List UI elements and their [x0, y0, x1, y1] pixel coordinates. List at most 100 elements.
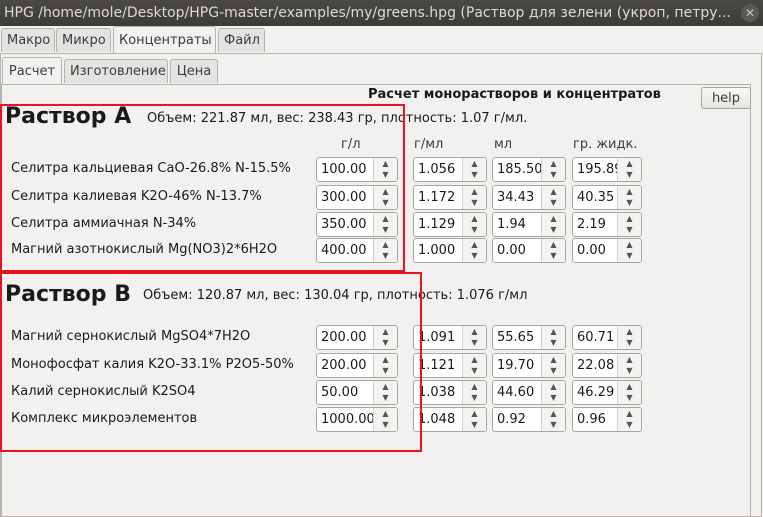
increment-icon[interactable]: ▲ — [618, 354, 641, 365]
increment-icon[interactable]: ▲ — [618, 408, 641, 419]
spin-arrows[interactable]: ▲ ▼ — [462, 354, 486, 377]
solution-a-g-per-ml-spinbox[interactable]: 1.056 ▲ ▼ — [413, 157, 487, 182]
decrement-icon[interactable]: ▼ — [542, 197, 565, 208]
spin-arrows[interactable]: ▲ ▼ — [462, 326, 486, 349]
spin-arrows[interactable]: ▲ ▼ — [541, 213, 565, 236]
spin-arrows[interactable]: ▲ ▼ — [541, 158, 565, 181]
solution-b-gr-liquid-spinbox[interactable]: 0.96 ▲ ▼ — [572, 407, 642, 432]
spin-arrows[interactable]: ▲ ▼ — [617, 186, 641, 209]
tab-file[interactable]: Файл — [218, 28, 265, 52]
decrement-icon[interactable]: ▼ — [542, 169, 565, 180]
spin-arrows[interactable]: ▲ ▼ — [462, 381, 486, 404]
solution-a-gr-liquid-spinbox[interactable]: 0.00 ▲ ▼ — [572, 238, 642, 263]
solution-a-ml-spinbox[interactable]: 1.94 ▲ ▼ — [492, 212, 566, 237]
spin-arrows[interactable]: ▲ ▼ — [462, 158, 486, 181]
solution-b-g-per-ml-spinbox[interactable]: 1.091 ▲ ▼ — [413, 325, 487, 350]
decrement-icon[interactable]: ▼ — [618, 365, 641, 376]
increment-icon[interactable]: ▲ — [618, 326, 641, 337]
decrement-icon[interactable]: ▼ — [542, 250, 565, 261]
spin-arrows[interactable]: ▲ ▼ — [617, 326, 641, 349]
decrement-icon[interactable]: ▼ — [618, 337, 641, 348]
increment-icon[interactable]: ▲ — [463, 239, 486, 250]
tab-price[interactable]: Цена — [170, 59, 218, 83]
spin-arrows[interactable]: ▲ ▼ — [462, 213, 486, 236]
tab-concentrates[interactable]: Концентраты — [113, 26, 216, 53]
increment-icon[interactable]: ▲ — [542, 408, 565, 419]
close-icon[interactable]: ✕ — [741, 4, 759, 22]
tab-preparation[interactable]: Изготовление — [64, 59, 168, 83]
decrement-icon[interactable]: ▼ — [463, 419, 486, 430]
solution-a-gr-liquid-spinbox[interactable]: 40.35 ▲ ▼ — [572, 185, 642, 210]
help-button[interactable]: help — [701, 87, 751, 109]
spin-arrows[interactable]: ▲ ▼ — [541, 354, 565, 377]
decrement-icon[interactable]: ▼ — [618, 197, 641, 208]
increment-icon[interactable]: ▲ — [618, 239, 641, 250]
increment-icon[interactable]: ▲ — [463, 326, 486, 337]
solution-b-g-per-ml-spinbox[interactable]: 1.048 ▲ ▼ — [413, 407, 487, 432]
spin-arrows[interactable]: ▲ ▼ — [462, 239, 486, 262]
spin-arrows[interactable]: ▲ ▼ — [617, 158, 641, 181]
increment-icon[interactable]: ▲ — [463, 408, 486, 419]
spin-arrows[interactable]: ▲ ▼ — [462, 408, 486, 431]
spin-arrows[interactable]: ▲ ▼ — [617, 381, 641, 404]
decrement-icon[interactable]: ▼ — [618, 392, 641, 403]
increment-icon[interactable]: ▲ — [542, 213, 565, 224]
increment-icon[interactable]: ▲ — [542, 354, 565, 365]
solution-a-g-per-ml-spinbox[interactable]: 1.129 ▲ ▼ — [413, 212, 487, 237]
decrement-icon[interactable]: ▼ — [618, 250, 641, 261]
spin-arrows[interactable]: ▲ ▼ — [541, 186, 565, 209]
decrement-icon[interactable]: ▼ — [463, 169, 486, 180]
spin-arrows[interactable]: ▲ ▼ — [541, 381, 565, 404]
solution-a-ml-spinbox[interactable]: 34.43 ▲ ▼ — [492, 185, 566, 210]
decrement-icon[interactable]: ▼ — [542, 337, 565, 348]
decrement-icon[interactable]: ▼ — [542, 224, 565, 235]
decrement-icon[interactable]: ▼ — [618, 419, 641, 430]
decrement-icon[interactable]: ▼ — [463, 197, 486, 208]
solution-b-gr-liquid-spinbox[interactable]: 22.08 ▲ ▼ — [572, 353, 642, 378]
increment-icon[interactable]: ▲ — [463, 381, 486, 392]
decrement-icon[interactable]: ▼ — [463, 224, 486, 235]
decrement-icon[interactable]: ▼ — [618, 224, 641, 235]
decrement-icon[interactable]: ▼ — [463, 250, 486, 261]
spin-arrows[interactable]: ▲ ▼ — [617, 354, 641, 377]
increment-icon[interactable]: ▲ — [542, 239, 565, 250]
spin-arrows[interactable]: ▲ ▼ — [541, 326, 565, 349]
decrement-icon[interactable]: ▼ — [542, 365, 565, 376]
increment-icon[interactable]: ▲ — [463, 186, 486, 197]
solution-a-gr-liquid-spinbox[interactable]: 2.19 ▲ ▼ — [572, 212, 642, 237]
increment-icon[interactable]: ▲ — [542, 381, 565, 392]
solution-b-g-per-ml-spinbox[interactable]: 1.121 ▲ ▼ — [413, 353, 487, 378]
increment-icon[interactable]: ▲ — [618, 158, 641, 169]
solution-a-g-per-ml-spinbox[interactable]: 1.172 ▲ ▼ — [413, 185, 487, 210]
spin-arrows[interactable]: ▲ ▼ — [617, 239, 641, 262]
solution-b-gr-liquid-spinbox[interactable]: 60.71 ▲ ▼ — [572, 325, 642, 350]
solution-a-ml-spinbox[interactable]: 185.50 ▲ ▼ — [492, 157, 566, 182]
decrement-icon[interactable]: ▼ — [463, 365, 486, 376]
increment-icon[interactable]: ▲ — [463, 158, 486, 169]
increment-icon[interactable]: ▲ — [542, 186, 565, 197]
solution-b-ml-spinbox[interactable]: 44.60 ▲ ▼ — [492, 380, 566, 405]
increment-icon[interactable]: ▲ — [463, 354, 486, 365]
solution-a-ml-spinbox[interactable]: 0.00 ▲ ▼ — [492, 238, 566, 263]
decrement-icon[interactable]: ▼ — [542, 419, 565, 430]
solution-b-gr-liquid-spinbox[interactable]: 46.29 ▲ ▼ — [572, 380, 642, 405]
solution-b-g-per-ml-spinbox[interactable]: 1.038 ▲ ▼ — [413, 380, 487, 405]
spin-arrows[interactable]: ▲ ▼ — [617, 213, 641, 236]
increment-icon[interactable]: ▲ — [618, 213, 641, 224]
decrement-icon[interactable]: ▼ — [618, 169, 641, 180]
solution-a-g-per-ml-spinbox[interactable]: 1.000 ▲ ▼ — [413, 238, 487, 263]
solution-a-gr-liquid-spinbox[interactable]: 195.89 ▲ ▼ — [572, 157, 642, 182]
increment-icon[interactable]: ▲ — [463, 213, 486, 224]
spin-arrows[interactable]: ▲ ▼ — [541, 239, 565, 262]
decrement-icon[interactable]: ▼ — [463, 392, 486, 403]
decrement-icon[interactable]: ▼ — [542, 392, 565, 403]
solution-b-ml-spinbox[interactable]: 55.65 ▲ ▼ — [492, 325, 566, 350]
tab-micro[interactable]: Микро — [56, 28, 111, 52]
solution-b-ml-spinbox[interactable]: 19.70 ▲ ▼ — [492, 353, 566, 378]
increment-icon[interactable]: ▲ — [618, 186, 641, 197]
spin-arrows[interactable]: ▲ ▼ — [617, 408, 641, 431]
tab-calculation[interactable]: Расчет — [2, 57, 62, 84]
tab-macro[interactable]: Макро — [1, 28, 55, 52]
decrement-icon[interactable]: ▼ — [463, 337, 486, 348]
increment-icon[interactable]: ▲ — [542, 158, 565, 169]
